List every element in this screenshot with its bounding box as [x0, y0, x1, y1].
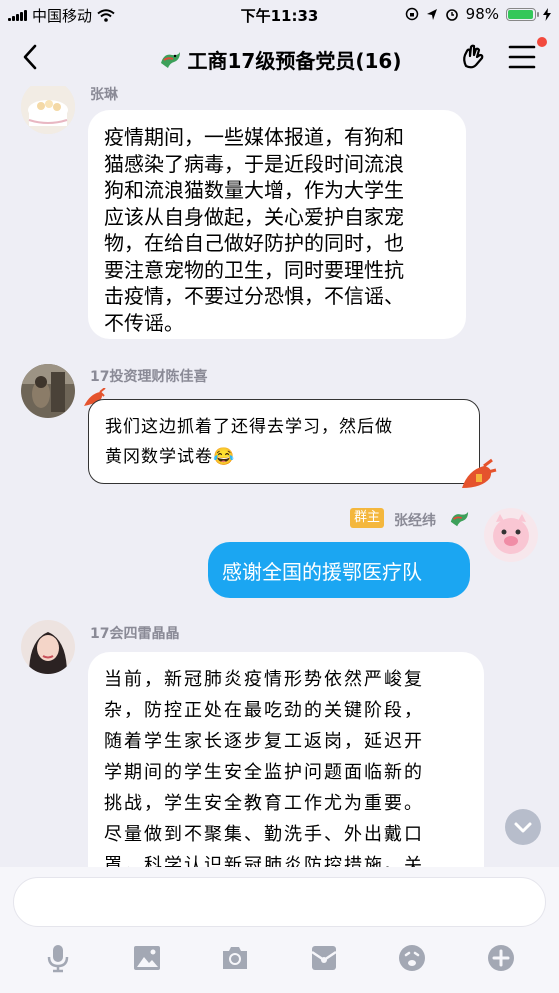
lobster-sticker-icon — [462, 458, 497, 488]
scroll-to-bottom-button[interactable] — [505, 809, 541, 845]
message-input[interactable] — [13, 877, 546, 927]
battery-icon — [506, 7, 539, 21]
charging-icon — [543, 7, 551, 21]
photo-avatar-image — [21, 364, 75, 418]
notification-dot — [537, 37, 547, 47]
message-line: 狗和流浪猫数量大增，作为大学生 — [104, 178, 404, 202]
owner-badge: 群主 — [350, 508, 385, 528]
sender-name: 张琳 — [90, 87, 118, 103]
message-line: 物，在给自己做好防护的同时，也 — [104, 231, 404, 255]
cake-avatar-image — [21, 86, 75, 134]
input-bar — [0, 867, 559, 993]
avatar[interactable] — [484, 508, 538, 562]
message-line: 挑战，学生安全教育工作尤为重要。 — [104, 793, 424, 814]
message-line: 应该从自身做起，关心爱护自家宠 — [104, 204, 404, 229]
hand-gesture-icon[interactable] — [458, 42, 488, 72]
pig-avatar-image — [484, 508, 538, 562]
red-packet-icon[interactable] — [309, 943, 339, 973]
message-line: 尽量做到不聚集、勤洗手、外出戴口 — [104, 824, 424, 845]
message-line: 随着学生家长逐步复工返岗，延迟开 — [104, 731, 424, 752]
battery-percent: 98% — [465, 5, 499, 23]
sender-name: 17会四雷晶晶 — [90, 626, 180, 642]
message-line: 击疫情，不要过分恐惧，不信谣、 — [104, 284, 404, 308]
menu-icon[interactable] — [508, 44, 536, 70]
message-line: 学期间的学生安全监护问题面临新的 — [104, 762, 424, 783]
message-line: 不传谣。 — [104, 310, 184, 335]
location-icon — [426, 8, 437, 20]
dragon-avatar-icon — [160, 51, 180, 68]
status-bar: 中国移动 下午11:33 98% — [0, 0, 559, 30]
avatar[interactable] — [21, 86, 75, 134]
emoji-icon[interactable] — [397, 943, 427, 973]
sender-name: 17投资理财陈佳喜 — [90, 369, 208, 385]
message-line: 黄冈数学试卷😂 — [105, 447, 236, 467]
chevron-down-icon — [514, 822, 532, 833]
sender-name: 张经纬 — [394, 513, 436, 529]
message-line: 疫情期间，一些媒体报道，有狗和 — [104, 125, 404, 149]
nav-bar: 工商17级预备党员(16) — [0, 30, 559, 86]
message-bubble[interactable]: 疫情期间，一些媒体报道，有狗和 猫感染了病毒，于是近段时间流浪 狗和流浪猫数量大… — [88, 110, 466, 339]
message-list[interactable]: 张琳 疫情期间，一些媒体报道，有狗和 猫感染了病毒，于是近段时间流浪 狗和流浪猫… — [0, 86, 559, 867]
microphone-icon[interactable] — [43, 943, 73, 973]
page-title: 工商17级预备党员(16) — [187, 49, 402, 73]
message-line: 要注意宠物的卫生，同时要理性抗 — [104, 257, 404, 282]
avatar[interactable] — [21, 620, 75, 674]
message-line: 罩，科学认识新冠肺炎防控措施。关 — [104, 855, 424, 867]
message-line: 我们这边抓着了还得去学习，然后做 — [105, 417, 393, 437]
camera-icon[interactable] — [220, 943, 250, 973]
avatar[interactable] — [21, 364, 75, 418]
portrait-avatar-image — [21, 620, 75, 674]
alarm-icon — [445, 9, 458, 21]
image-icon[interactable] — [132, 943, 162, 973]
rotation-lock-icon — [405, 7, 418, 21]
message-bubble[interactable]: 我们这边抓着了还得去学习，然后做 黄冈数学试卷😂 — [88, 399, 480, 484]
message-line: 猫感染了病毒，于是近段时间流浪 — [104, 151, 404, 176]
message-line: 杂，防控正处在最吃劲的关键阶段， — [104, 700, 424, 721]
dragon-avatar-icon — [450, 511, 469, 527]
message-bubble[interactable]: 当前，新冠肺炎疫情形势依然严峻复 杂，防控正处在最吃劲的关键阶段， 随着学生家长… — [88, 652, 484, 867]
message-line: 当前，新冠肺炎疫情形势依然严峻复 — [104, 669, 424, 690]
message-bubble-self[interactable]: 感谢全国的援鄂医疗队 — [208, 542, 470, 598]
plus-icon[interactable] — [486, 943, 516, 973]
